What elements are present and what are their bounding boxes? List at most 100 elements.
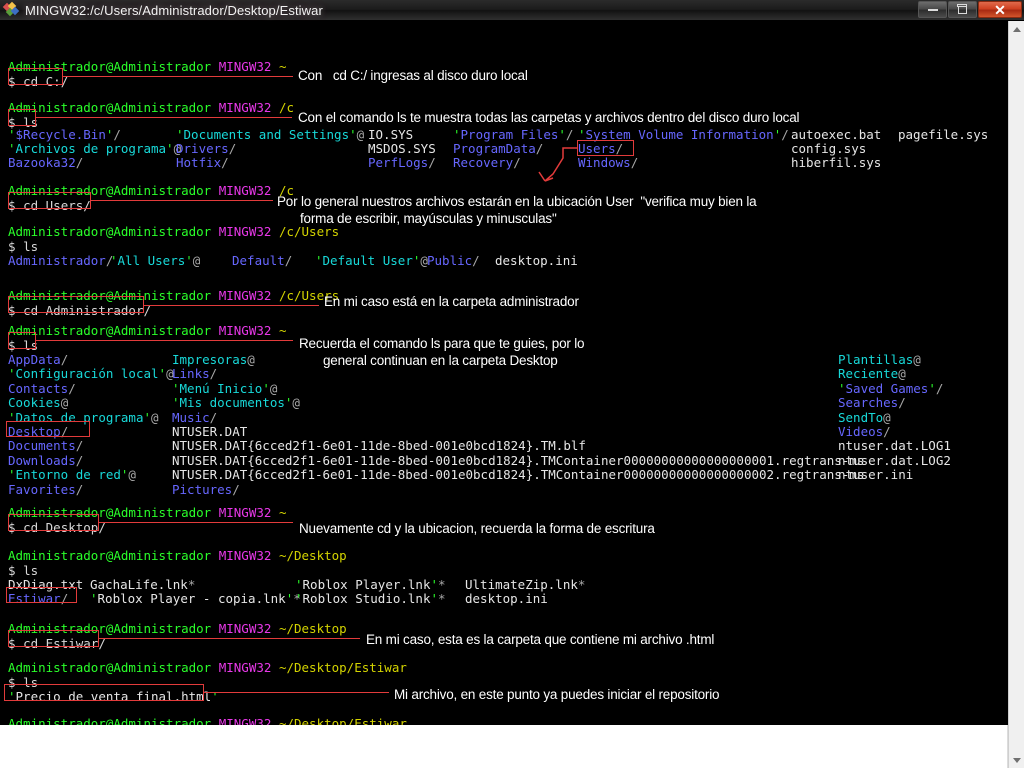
ls-entry: Favorites/ (8, 481, 84, 497)
annotation-text: Por lo general nuestros archivos estarán… (277, 194, 757, 209)
ls-entry: IO.SYS (368, 127, 414, 142)
scrollbar-thumb[interactable] (1009, 37, 1024, 667)
annotation-leader-line (99, 638, 360, 639)
ls-entry: 'Entorno de red'@ (8, 467, 136, 483)
annotation-text: Recuerda el comando ls para que te guies… (299, 336, 585, 351)
annotation-leader-line (36, 340, 293, 341)
annotation-leader-line (91, 200, 273, 201)
command-line[interactable]: $ cd Users/ (8, 198, 91, 213)
shell-prompt-line: Administrador@Administrador MINGW32 /c/U… (8, 288, 340, 303)
ls-entry: config.sys (791, 141, 867, 156)
ls-entry: ntuser.dat.LOG1 (838, 438, 951, 454)
annotation-text: Nuevamente cd y la ubicacion, recuerda l… (299, 521, 655, 536)
minimize-button[interactable] (918, 1, 947, 18)
command-line[interactable]: $ ls (8, 563, 38, 578)
scroll-up-button[interactable] (1009, 21, 1024, 37)
annotation-leader-line (144, 305, 319, 306)
ls-entry: 'Roblox Studio.lnk'* (295, 591, 446, 607)
ls-entry: 'Archivos de programa'@ (8, 141, 182, 156)
annotation-text: general continuan en la carpeta Desktop (323, 353, 558, 368)
ls-entry: 'All Users'@ (110, 253, 201, 268)
ls-entry: Administrador/ (8, 253, 114, 268)
command-line[interactable]: $ ls (8, 338, 38, 353)
ls-entry: Searches/ (838, 395, 906, 411)
ls-entry: Downloads/ (8, 452, 84, 468)
ls-entry: 'Datos de programa'@ (8, 409, 159, 425)
command-line[interactable]: $ cd Desktop/ (8, 520, 106, 535)
ls-entry: DxDiag.txt (8, 577, 84, 592)
ls-entry: NTUSER.DAT{6cced2f1-6e01-11de-8bed-001e0… (172, 467, 865, 483)
ls-entry: NTUSER.DAT{6cced2f1-6e01-11de-8bed-001e0… (172, 452, 865, 468)
ls-entry: 'Default User'@ (315, 253, 428, 268)
annotation-text: En mi caso está en la carpeta administra… (324, 294, 579, 309)
ls-entry: Cookies@ (8, 395, 69, 411)
ls-entry: Desktop/ (8, 424, 69, 439)
command-line[interactable]: $ cd C:/ (8, 74, 68, 89)
ls-entry: Pictures/ (172, 481, 240, 497)
ls-entry: Links/ (172, 366, 218, 382)
ls-entry: 'Configuración local'@ (8, 366, 174, 382)
scroll-down-button[interactable] (1009, 752, 1024, 768)
maximize-button[interactable] (948, 1, 977, 18)
terminal-content: Administrador@Administrador MINGW32 ~ $ c… (0, 21, 1008, 725)
close-button[interactable]: ✕ (978, 1, 1022, 18)
shell-prompt-line: Administrador@Administrador MINGW32 ~/De… (8, 548, 347, 563)
ls-entry: NTUSER.DAT{6cced2f1-6e01-11de-8bed-001e0… (172, 438, 586, 454)
ls-entry: ntuser.ini (838, 467, 914, 483)
ls-entry: Default/ (232, 253, 293, 268)
shell-prompt-line: Administrador@Administrador MINGW32 ~ (8, 505, 287, 520)
annotation-text: Mi archivo, en este punto ya puedes inic… (394, 687, 720, 702)
ls-entry: Music/ (172, 409, 218, 425)
command-line[interactable]: $ cd Estiwar/ (8, 636, 106, 651)
window-controls: ✕ (918, 1, 1022, 18)
app-root: MINGW32:/c/Users/Administrador/Desktop/E… (0, 0, 1024, 768)
ls-entry: Estiwar/ (8, 591, 69, 607)
close-icon: ✕ (994, 1, 1006, 18)
shell-prompt-line: Administrador@Administrador MINGW32 ~/De… (8, 660, 407, 675)
command-line[interactable]: $ ls (8, 239, 38, 254)
ls-entry: PerfLogs/ (368, 155, 436, 170)
ls-entry: autoexec.bat (791, 127, 882, 142)
shell-prompt-line: Administrador@Administrador MINGW32 /c (8, 183, 295, 198)
ls-entry: Reciente@ (838, 366, 906, 382)
ls-entry: Plantillas@ (838, 352, 921, 367)
minimize-icon (927, 8, 938, 11)
ls-entry: MSDOS.SYS (368, 141, 436, 156)
ls-entry: Windows/ (578, 155, 639, 170)
annotation-leader-line (99, 522, 293, 523)
ls-entry: UltimateZip.lnk* (465, 577, 586, 592)
ls-entry: 'Program Files'/ (453, 127, 574, 142)
ls-entry: 'Mis documentos'@ (172, 395, 300, 411)
ls-entry: 'Roblox Player.lnk'* (295, 577, 446, 592)
chevron-up-icon (1012, 26, 1021, 32)
ls-entry: Users/ (578, 141, 624, 156)
ls-entry: 'Documents and Settings'@ (176, 127, 365, 142)
ls-entry: GachaLife.lnk* (90, 577, 196, 592)
vertical-scrollbar[interactable] (1008, 21, 1024, 768)
ls-entry: 'Menú Inicio'@ (172, 380, 278, 396)
command-line[interactable]: $ cd Administrador/ (8, 303, 151, 318)
command-line[interactable]: $ ls (8, 675, 38, 690)
ls-entry: Impresoras@ (172, 352, 255, 367)
window-titlebar[interactable]: MINGW32:/c/Users/Administrador/Desktop/E… (0, 0, 1024, 21)
ls-entry: Documents/ (8, 438, 84, 454)
annotation-leader-line (63, 76, 293, 77)
window-title: MINGW32:/c/Users/Administrador/Desktop/E… (25, 2, 323, 18)
shell-prompt-line: Administrador@Administrador MINGW32 /c/U… (8, 224, 340, 239)
shell-prompt-line: Administrador@Administrador MINGW32 ~ (8, 323, 287, 338)
ls-entry: 'Saved Games'/ (838, 380, 944, 396)
shell-prompt-line: Administrador@Administrador MINGW32 /c (8, 100, 295, 115)
ls-entry: hiberfil.sys (791, 155, 882, 170)
terminal-area[interactable]: Administrador@Administrador MINGW32 ~ $ c… (0, 21, 1008, 725)
ls-entry: desktop.ini (495, 253, 578, 268)
ls-entry: Public/ (427, 253, 480, 268)
ls-entry: Bazooka32/ (8, 155, 84, 170)
ls-entry: Hotfix/ (176, 155, 229, 170)
ls-entry: ntuser.dat.LOG2 (838, 452, 951, 468)
page-bottom-area (0, 725, 1008, 768)
annotation-text: Con el comando ls te muestra todas las c… (298, 110, 800, 125)
maximize-icon (957, 3, 967, 14)
annotation-text: Con cd C:/ ingresas al disco duro local (298, 68, 528, 83)
ls-entry: NTUSER.DAT (172, 424, 248, 439)
ls-entry: AppData/ (8, 352, 69, 367)
